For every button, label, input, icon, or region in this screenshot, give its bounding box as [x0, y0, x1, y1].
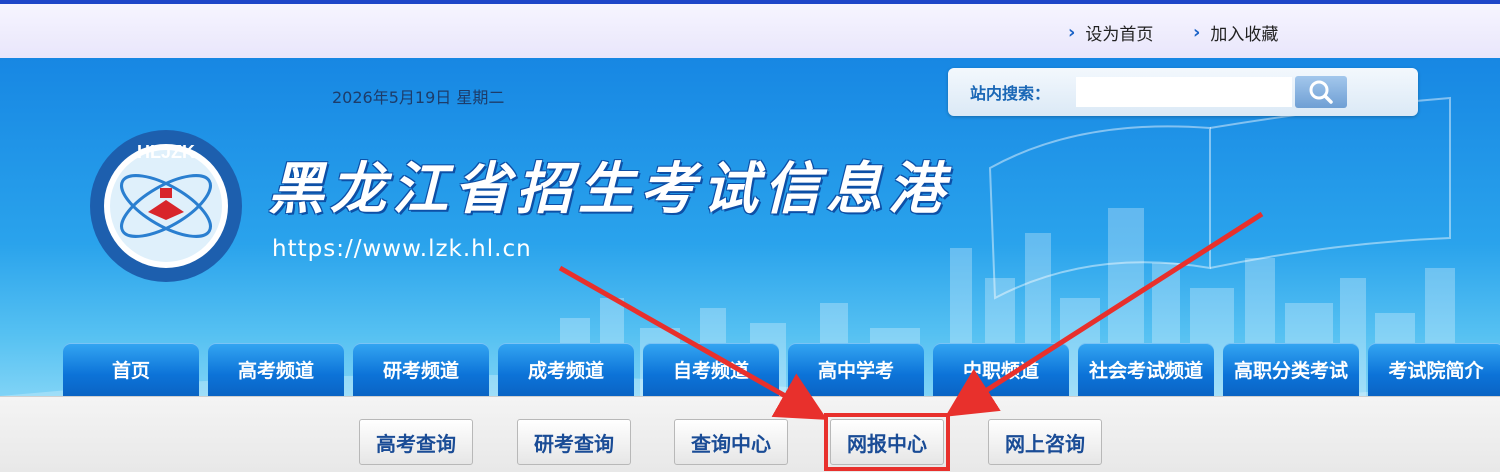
- online-consult-button[interactable]: 网上咨询: [988, 419, 1102, 465]
- quick-links-bar: 高考查询 研考查询 查询中心 网报中心 网上咨询: [0, 396, 1500, 472]
- query-center-button[interactable]: 查询中心: [674, 419, 788, 465]
- add-favorite-link[interactable]: › 加入收藏: [1193, 20, 1278, 45]
- nav-item-about[interactable]: 考试院简介: [1368, 343, 1500, 396]
- site-search-box: 站内搜索：: [948, 68, 1418, 116]
- site-title: 黑龙江省招生考试信息港: [268, 156, 950, 222]
- nav-item-yankao[interactable]: 研考频道: [353, 343, 489, 396]
- current-date: 2026年5月19日 星期二: [332, 88, 505, 107]
- nav-item-zhongzhi[interactable]: 中职频道: [933, 343, 1069, 396]
- gaokao-query-button[interactable]: 高考查询: [359, 419, 473, 465]
- site-logo: HLJZK: [88, 128, 244, 284]
- chevron-right-icon: ›: [1193, 22, 1201, 43]
- search-label: 站内搜索：: [970, 84, 1051, 103]
- search-icon: [1309, 80, 1333, 104]
- search-button[interactable]: [1295, 76, 1347, 108]
- nav-item-xuekao[interactable]: 高中学考: [788, 343, 924, 396]
- set-homepage-link[interactable]: › 设为首页: [1068, 20, 1153, 45]
- nav-item-zikao[interactable]: 自考频道: [643, 343, 779, 396]
- online-registration-button[interactable]: 网报中心: [830, 419, 944, 465]
- nav-item-home[interactable]: 首页: [63, 343, 199, 396]
- yankao-query-button[interactable]: 研考查询: [517, 419, 631, 465]
- site-url: https://www.lzk.hl.cn: [272, 236, 532, 262]
- nav-item-gaokao[interactable]: 高考频道: [208, 343, 344, 396]
- top-bar: › 设为首页 › 加入收藏: [0, 0, 1500, 58]
- main-nav: 首页 高考频道 研考频道 成考频道 自考频道 高中学考 中职频道 社会考试频道 …: [63, 343, 1500, 396]
- add-favorite-label: 加入收藏: [1210, 25, 1279, 45]
- search-input[interactable]: [1076, 77, 1292, 107]
- nav-item-chengkao[interactable]: 成考频道: [498, 343, 634, 396]
- nav-item-vocational-exam[interactable]: 高职分类考试: [1223, 343, 1359, 396]
- chevron-right-icon: ›: [1068, 22, 1076, 43]
- set-homepage-label: 设为首页: [1085, 25, 1154, 45]
- logo-text: HLJZK: [137, 142, 195, 162]
- nav-item-social-exam[interactable]: 社会考试频道: [1078, 343, 1214, 396]
